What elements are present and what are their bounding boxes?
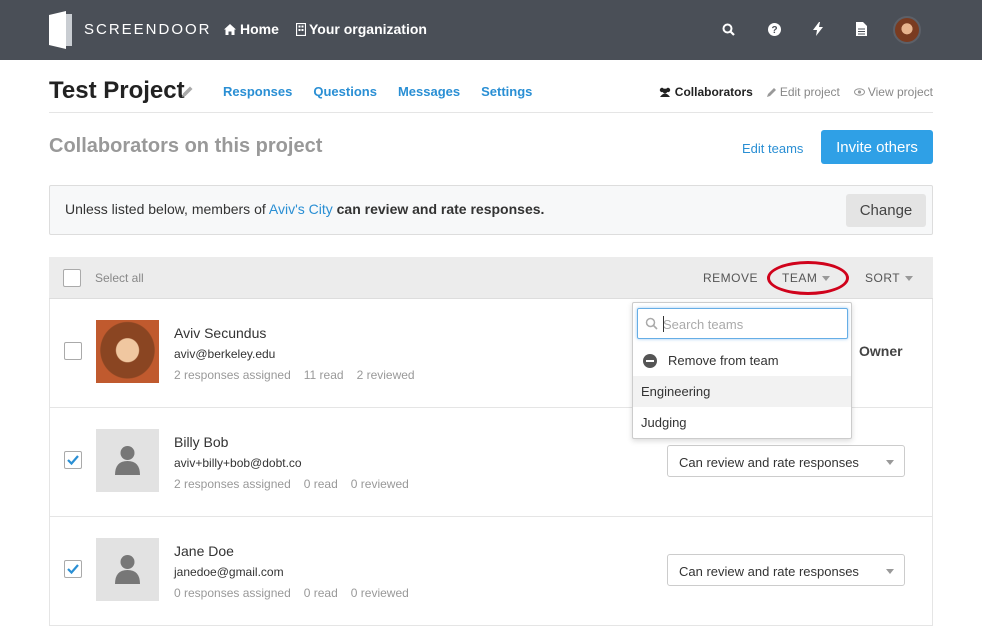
member-avatar <box>96 429 159 492</box>
pencil-icon[interactable] <box>181 85 194 98</box>
nav-home-link[interactable]: Home <box>224 21 279 37</box>
sort-label: SORT <box>865 271 901 285</box>
responses-assigned: 2 responses assigned <box>174 368 291 382</box>
edit-teams-link[interactable]: Edit teams <box>742 141 803 156</box>
member-name: Jane Doe <box>174 543 234 559</box>
chevron-down-icon <box>886 569 894 574</box>
team-option-engineering[interactable]: Engineering <box>633 376 851 407</box>
notice-text: Unless listed below, members of Aviv's C… <box>65 201 544 217</box>
permission-select[interactable]: Can review and rate responses <box>667 554 905 586</box>
member-name: Aviv Secundus <box>174 325 267 341</box>
collaborators-label: Collaborators <box>674 85 753 99</box>
member-stats: 0 responses assigned 0 read 0 reviewed <box>174 586 409 600</box>
organization-link[interactable]: Aviv's City <box>269 201 333 217</box>
responses-reviewed: 2 reviewed <box>356 368 415 382</box>
chevron-down-icon <box>886 460 894 465</box>
remove-from-team-option[interactable]: Remove from team <box>633 345 851 376</box>
change-button[interactable]: Change <box>846 194 926 227</box>
section-title: Collaborators on this project <box>49 135 323 157</box>
header-divider <box>49 112 933 113</box>
eye-icon <box>853 88 865 96</box>
pencil-small-icon <box>766 88 776 97</box>
responses-assigned: 2 responses assigned <box>174 477 291 491</box>
help-icon[interactable]: ? <box>765 20 783 38</box>
nav-organization-label: Your organization <box>309 21 427 37</box>
permission-select[interactable]: Can review and rate responses <box>667 445 905 477</box>
search-placeholder: Search teams <box>663 317 744 332</box>
member-email: aviv+billy+bob@dobt.co <box>174 456 302 470</box>
remove-action[interactable]: REMOVE <box>703 271 758 285</box>
edit-project-label: Edit project <box>779 85 840 99</box>
building-icon <box>296 22 306 36</box>
responses-read: 0 read <box>303 477 338 491</box>
team-highlight-ring <box>767 261 849 295</box>
member-stats: 2 responses assigned 0 read 0 reviewed <box>174 477 409 491</box>
project-title: Test Project <box>49 77 185 104</box>
chevron-down-icon <box>905 275 914 281</box>
member-email: aviv@berkeley.edu <box>174 347 276 361</box>
brand-name[interactable]: SCREENDOOR <box>84 21 212 38</box>
select-all-label: Select all <box>95 271 144 285</box>
responses-reviewed: 0 reviewed <box>350 477 409 491</box>
member-role: Owner <box>859 343 903 359</box>
select-all-checkbox[interactable] <box>63 269 81 287</box>
document-icon[interactable] <box>852 20 870 38</box>
text-cursor <box>663 316 664 332</box>
member-avatar <box>96 320 159 383</box>
minus-circle-icon <box>643 354 657 368</box>
permission-value: Can review and rate responses <box>679 455 859 470</box>
member-avatar <box>96 538 159 601</box>
member-row: Jane Doe janedoe@gmail.com 0 responses a… <box>49 517 933 626</box>
notice-suffix: can review and rate responses. <box>336 201 545 217</box>
member-name: Billy Bob <box>174 434 229 450</box>
remove-label: REMOVE <box>703 271 759 285</box>
project-tabs: Responses Questions Messages Settings <box>223 84 532 99</box>
responses-read: 11 read <box>303 368 344 382</box>
notice-prefix: Unless listed below, members of <box>65 201 269 217</box>
collaborators-link[interactable]: Collaborators <box>658 85 753 99</box>
member-checkbox[interactable] <box>64 560 82 578</box>
member-checkbox[interactable] <box>64 451 82 469</box>
remove-from-team-label: Remove from team <box>668 353 779 368</box>
nav-organization-link[interactable]: Your organization <box>296 21 427 37</box>
responses-read: 0 read <box>303 586 338 600</box>
person-placeholder-icon <box>115 555 140 584</box>
responses-reviewed: 0 reviewed <box>350 586 409 600</box>
person-placeholder-icon <box>115 446 140 475</box>
tab-messages[interactable]: Messages <box>398 84 460 99</box>
user-avatar[interactable] <box>893 16 921 44</box>
permission-value: Can review and rate responses <box>679 564 859 579</box>
screendoor-logo-icon[interactable] <box>49 11 73 49</box>
tab-settings[interactable]: Settings <box>481 84 532 99</box>
search-icon[interactable] <box>719 20 737 38</box>
member-checkbox[interactable] <box>64 342 82 360</box>
member-stats: 2 responses assigned 11 read 2 reviewed <box>174 368 415 382</box>
top-navbar: SCREENDOOR Home Your organization ? <box>0 0 982 60</box>
svg-text:?: ? <box>771 25 777 36</box>
responses-assigned: 0 responses assigned <box>174 586 291 600</box>
sort-action[interactable]: SORT <box>865 271 914 285</box>
team-dropdown: Search teams Remove from team Engineerin… <box>632 302 852 439</box>
tab-questions[interactable]: Questions <box>313 84 377 99</box>
edit-project-link[interactable]: Edit project <box>766 85 840 99</box>
team-search-input[interactable]: Search teams <box>637 308 848 339</box>
checkmark-icon <box>67 564 79 575</box>
users-icon <box>659 87 670 97</box>
default-access-notice: Unless listed below, members of Aviv's C… <box>49 185 933 235</box>
home-icon <box>224 23 236 35</box>
nav-home-label: Home <box>240 21 279 37</box>
tab-responses[interactable]: Responses <box>223 84 292 99</box>
invite-others-button[interactable]: Invite others <box>821 130 933 164</box>
lightning-icon[interactable] <box>809 20 827 38</box>
project-actions: Collaborators Edit project View project <box>658 85 933 99</box>
member-email: janedoe@gmail.com <box>174 565 284 579</box>
view-project-link[interactable]: View project <box>853 85 933 99</box>
team-option-judging[interactable]: Judging <box>633 407 851 438</box>
checkmark-icon <box>67 455 79 466</box>
search-icon <box>645 317 658 330</box>
view-project-label: View project <box>867 85 933 99</box>
